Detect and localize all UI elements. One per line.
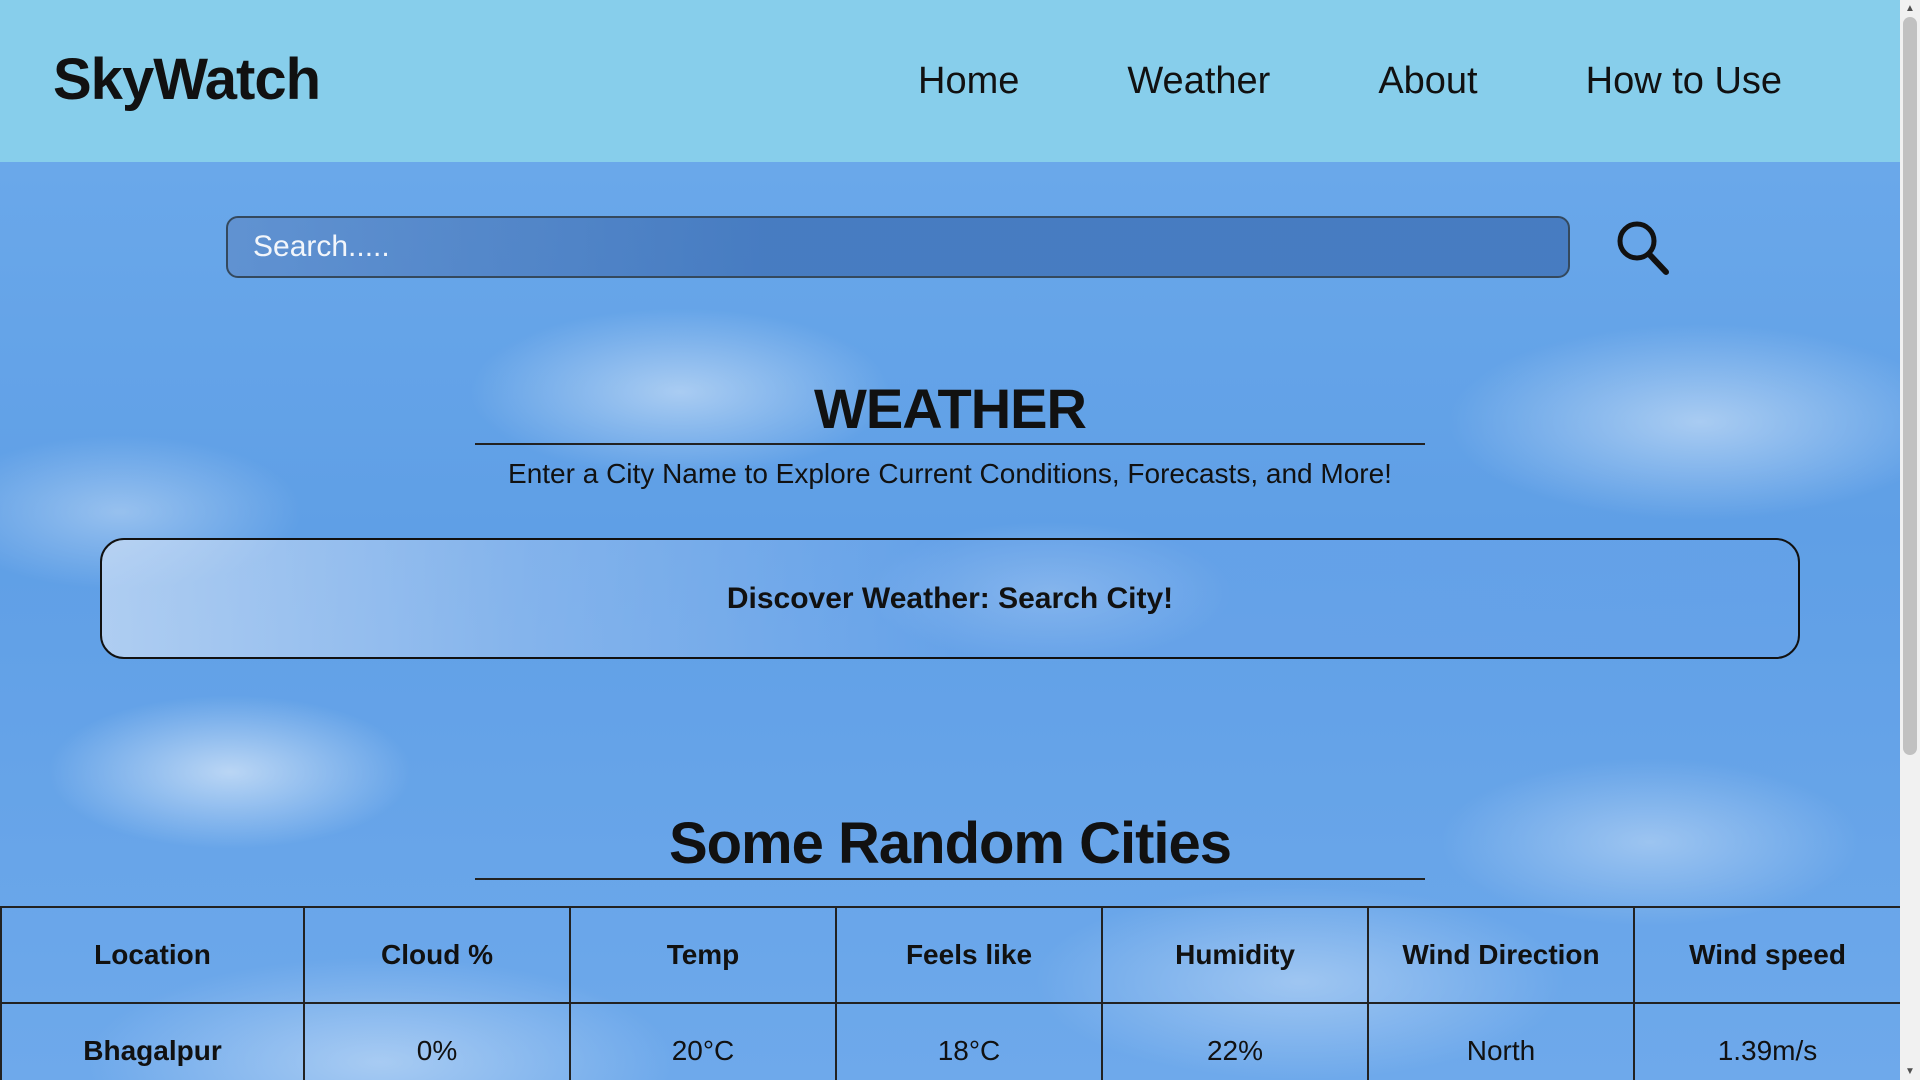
scroll-down-arrow-icon[interactable]: ▼ — [1900, 1063, 1920, 1080]
cell-wind-direction: North — [1367, 1002, 1635, 1080]
column-header-temp: Temp — [569, 906, 837, 1004]
search-icon — [1617, 221, 1669, 275]
weather-result-panel: Discover Weather: Search City! — [100, 538, 1800, 659]
discover-message: Discover Weather: Search City! — [726, 581, 1174, 615]
cell-feels-like: 18°C — [835, 1002, 1103, 1080]
cell-temp: 20°C — [569, 1002, 837, 1080]
column-header-feels-like: Feels like — [835, 906, 1103, 1004]
column-header-location: Location — [0, 906, 305, 1004]
scroll-thumb[interactable] — [1903, 17, 1917, 755]
cell-cloud: 0% — [303, 1002, 571, 1080]
vertical-scrollbar[interactable]: ▲ ▼ — [1900, 0, 1920, 1080]
main-nav: Home Weather About How to Use — [918, 58, 1782, 104]
column-header-wind-speed: Wind speed — [1633, 906, 1900, 1004]
column-header-humidity: Humidity — [1101, 906, 1369, 1004]
cities-title: Some Random Cities — [668, 811, 1232, 876]
brand-logo[interactable]: SkyWatch — [53, 46, 321, 113]
cell-wind-speed: 1.39m/s — [1633, 1002, 1900, 1080]
cities-title-underline — [475, 878, 1425, 880]
weather-title: WEATHER — [814, 377, 1087, 440]
scroll-up-arrow-icon[interactable]: ▲ — [1900, 0, 1920, 17]
nav-home[interactable]: Home — [918, 58, 1019, 104]
search-input[interactable] — [226, 216, 1570, 278]
column-header-wind-direction: Wind Direction — [1367, 906, 1635, 1004]
search-button[interactable] — [1614, 218, 1670, 276]
page: SkyWatch Home Weather About How to Use W… — [0, 0, 1900, 1080]
nav-how-to-use[interactable]: How to Use — [1586, 58, 1782, 104]
weather-subtitle: Enter a City Name to Explore Current Con… — [508, 458, 1392, 489]
table-header-row: Location Cloud % Temp Feels like Humidit… — [0, 906, 1900, 1004]
cell-location: Bhagalpur — [0, 1002, 305, 1080]
cell-humidity: 22% — [1101, 1002, 1369, 1080]
column-header-cloud: Cloud % — [303, 906, 571, 1004]
nav-about[interactable]: About — [1378, 58, 1477, 104]
top-header: SkyWatch Home Weather About How to Use — [0, 0, 1900, 162]
table-row: Bhagalpur 0% 20°C 18°C 22% North 1.39m/s — [0, 1002, 1900, 1080]
cities-table: Location Cloud % Temp Feels like Humidit… — [0, 906, 1900, 1080]
weather-title-underline — [475, 443, 1425, 445]
search-bar — [226, 216, 1570, 278]
nav-weather[interactable]: Weather — [1127, 58, 1270, 104]
